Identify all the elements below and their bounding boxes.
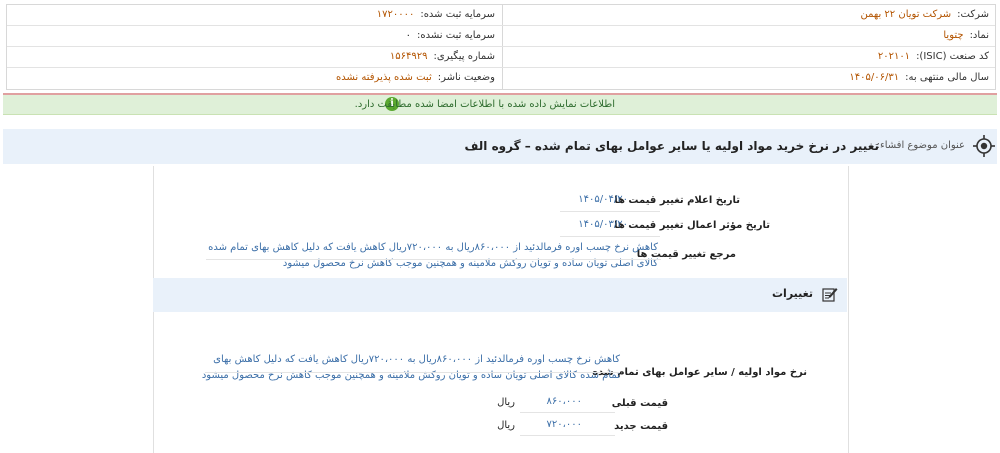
capital-registered-value: ۱۷۲۰۰۰۰ bbox=[376, 9, 415, 20]
capital-unregistered-label: سرمایه ثبت نشده: bbox=[417, 30, 495, 41]
fiscal-cell: سال مالی منتهی به: ۱۴۰۵/۰۶/۳۱ bbox=[849, 68, 989, 88]
changes-section-header: تغییرات bbox=[153, 278, 847, 312]
publisher-value: ثبت شده پذیرفته نشده bbox=[336, 72, 432, 83]
subject-label: عنوان موضوع افشاء: bbox=[876, 140, 965, 151]
company-info-table: شرکت: شرکت تویان ۲۲ بهمن سرمایه ثبت شده: ۱… bbox=[6, 4, 996, 90]
tracking-value: ۱۵۶۴۹۲۹ bbox=[389, 51, 428, 62]
publisher-cell: وضعیت ناشر: ثبت شده پذیرفته نشده bbox=[336, 68, 495, 88]
fiscal-value: ۱۴۰۵/۰۶/۳۱ bbox=[849, 72, 900, 83]
info-row-1: شرکت: شرکت تویان ۲۲ بهمن سرمایه ثبت شده: ۱… bbox=[7, 5, 995, 26]
prev-price-underline bbox=[520, 412, 615, 413]
company-label: شرکت: bbox=[957, 9, 989, 20]
capital-unregistered-value: ۰ bbox=[405, 30, 412, 41]
effective-date-value: ۱۴۰۵/۰۳/۲۰ bbox=[578, 219, 628, 230]
tracking-cell: شماره پیگیری: ۱۵۶۴۹۲۹ bbox=[390, 47, 495, 67]
rate-value: کاهش نرخ چسب اوره فرمالدئید از ۸۶۰،۰۰۰ری… bbox=[201, 354, 620, 381]
publisher-label: وضعیت ناشر: bbox=[437, 72, 495, 83]
capital-registered-label: سرمایه ثبت شده: bbox=[420, 9, 495, 20]
edit-icon bbox=[822, 288, 838, 302]
reference-value: کاهش نرخ چسب اوره فرمالدئید از ۸۶۰،۰۰۰ری… bbox=[208, 242, 658, 269]
announce-date-value: ۱۴۰۵/۰۴/۲۰ bbox=[578, 194, 628, 205]
fiscal-label: سال مالی منتهی به: bbox=[905, 72, 989, 83]
info-row-2: نماد: چتویا سرمایه ثبت نشده: ۰ bbox=[7, 26, 995, 47]
new-price-underline bbox=[520, 435, 615, 436]
announce-date-underline bbox=[560, 211, 660, 212]
changes-section-title: تغییرات bbox=[772, 287, 813, 300]
new-price-unit: ریال bbox=[497, 420, 515, 431]
reference-underline bbox=[206, 259, 661, 260]
isic-cell: کد صنعت (ISIC): ۲۰۲۱۰۱ bbox=[878, 47, 989, 67]
info-row-4: سال مالی منتهی به: ۱۴۰۵/۰۶/۳۱ وضعیت ناشر:… bbox=[7, 68, 995, 88]
capital-unregistered-cell: سرمایه ثبت نشده: ۰ bbox=[406, 26, 495, 46]
effective-date-underline bbox=[560, 236, 660, 237]
rate-label: نرخ مواد اولیه / سایر عوامل بهای تمام شد… bbox=[592, 367, 807, 378]
alert-text: اطلاعات نمایش داده شده با اطلاعات امضا ش… bbox=[354, 99, 615, 110]
company-value: شرکت تویان ۲۲ بهمن bbox=[860, 9, 952, 20]
effective-date-label: تاریخ مؤثر اعمال تغییر قیمت ها bbox=[614, 220, 770, 231]
subject-title-bar: عنوان موضوع افشاء: تغییر در نرخ خرید موا… bbox=[3, 129, 997, 164]
subject-title: تغییر در نرخ خرید مواد اولیه یا سایر عوا… bbox=[464, 139, 879, 153]
info-row-3: کد صنعت (ISIC): ۲۰۲۱۰۱ شماره پیگیری: ۱۵۶۴۹… bbox=[7, 47, 995, 68]
isic-value: ۲۰۲۱۰۱ bbox=[877, 51, 911, 62]
new-price-value: ۷۲۰،۰۰۰ bbox=[546, 419, 582, 430]
symbol-label: نماد: bbox=[969, 30, 989, 41]
capital-registered-cell: سرمایه ثبت شده: ۱۷۲۰۰۰۰ bbox=[377, 5, 495, 25]
target-icon bbox=[973, 135, 995, 157]
prev-price-value: ۸۶۰،۰۰۰ bbox=[546, 396, 582, 407]
symbol-cell: نماد: چتویا bbox=[943, 26, 989, 46]
rate-underline bbox=[205, 372, 620, 373]
new-price-label: قیمت جدید bbox=[614, 421, 668, 432]
symbol-value: چتویا bbox=[943, 30, 964, 41]
tracking-label: شماره پیگیری: bbox=[433, 51, 495, 62]
verification-alert: i اطلاعات نمایش داده شده با اطلاعات امضا… bbox=[3, 93, 997, 115]
prev-price-label: قیمت قبلی bbox=[611, 398, 668, 409]
prev-price-unit: ریال bbox=[497, 397, 515, 408]
company-cell: شرکت: شرکت تویان ۲۲ بهمن bbox=[860, 5, 989, 25]
announce-date-label: تاریخ اعلام تغییر قیمت ها bbox=[614, 195, 740, 206]
isic-label: کد صنعت (ISIC): bbox=[916, 51, 989, 62]
